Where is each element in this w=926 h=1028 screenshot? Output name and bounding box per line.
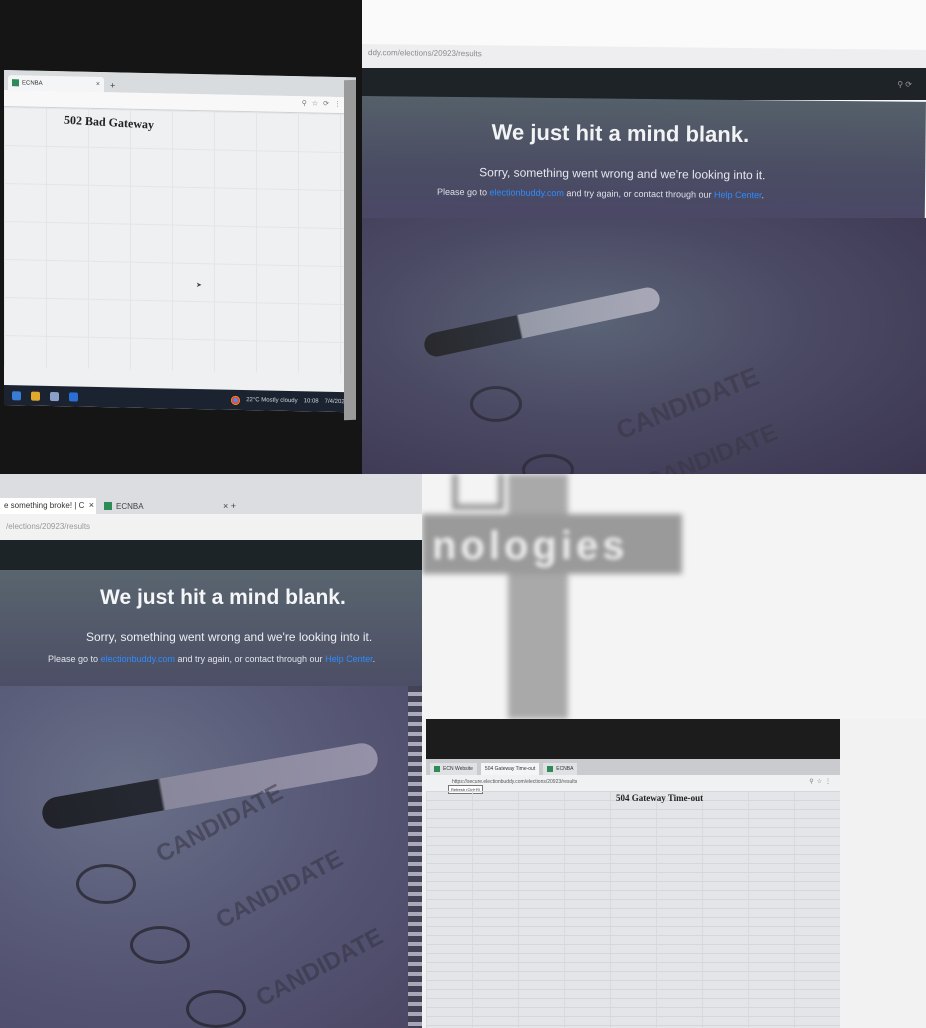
site-header bbox=[0, 540, 422, 572]
logo-text: nologies bbox=[432, 524, 629, 568]
ballot-hero-image: CANDIDATE CANDIDATE bbox=[362, 218, 926, 474]
ballot-oval bbox=[470, 386, 522, 422]
instructions-suffix: . bbox=[372, 654, 376, 664]
instructions-suffix: . bbox=[761, 190, 765, 201]
ballot-hero-image: CANDIDATE CANDIDATE CANDIDATE bbox=[0, 686, 422, 1028]
store-icon[interactable] bbox=[69, 391, 78, 402]
site-favicon-icon bbox=[12, 79, 19, 87]
photo-502-bad-gateway: ECNBA × + ⚲☆⟳⋮ 502 Bad Gateway ➤ 22°C Mo… bbox=[0, 0, 362, 474]
close-tab-icon[interactable]: × bbox=[89, 500, 94, 510]
tab-bar: e something broke! | C × ECNBA × + bbox=[0, 474, 422, 514]
logo-bar bbox=[508, 474, 568, 719]
error-heading: 502 Bad Gateway bbox=[63, 112, 155, 132]
system-tray: 22°C Mostly cloudy 10:08 7/4/2023 bbox=[231, 395, 348, 406]
clock-time[interactable]: 10:08 bbox=[304, 398, 319, 404]
monitor-bezel bbox=[344, 79, 356, 421]
browser-window: ECNBA × + ⚲☆⟳⋮ 502 Bad Gateway ➤ 22°C Mo… bbox=[4, 70, 356, 413]
electionbuddy-link[interactable]: electionbuddy.com bbox=[490, 187, 564, 198]
tab-label: 504 Gateway Time-out bbox=[484, 766, 536, 772]
ballot-word: CANDIDATE bbox=[211, 844, 348, 935]
windows-taskbar: 22°C Mostly cloudy 10:08 7/4/2023 bbox=[4, 385, 356, 413]
instructions-middle: and try again, or contact through our bbox=[566, 188, 712, 200]
site-favicon-icon bbox=[434, 766, 440, 772]
tab-label: ECNBA bbox=[556, 766, 574, 772]
ballot-oval bbox=[522, 454, 574, 474]
browser-window: ECN Website 504 Gateway Time-out ECNBA h… bbox=[426, 759, 840, 1028]
site-favicon-icon bbox=[104, 502, 112, 510]
close-tab-icon[interactable]: × + bbox=[223, 501, 236, 511]
mouse-cursor-icon: ➤ bbox=[196, 282, 202, 290]
toolbar-icons[interactable]: ⚲ ⟳ bbox=[897, 80, 912, 89]
address-bar[interactable]: /elections/20923/results bbox=[0, 514, 422, 540]
file-explorer-icon[interactable] bbox=[31, 391, 40, 401]
address-bar[interactable]: https://secure.electionbuddy.com/electio… bbox=[426, 775, 840, 791]
new-tab-button[interactable]: + bbox=[110, 80, 115, 90]
screen-moire bbox=[408, 686, 422, 1028]
close-tab-icon[interactable]: × bbox=[96, 81, 100, 88]
chrome-icon[interactable] bbox=[231, 395, 241, 405]
weather[interactable]: 22°C Mostly cloudy bbox=[246, 397, 297, 404]
help-center-link[interactable]: Help Center bbox=[714, 190, 762, 200]
error-heading: 504 Gateway Time-out bbox=[616, 793, 704, 803]
tab-504[interactable]: 504 Gateway Time-out bbox=[480, 763, 540, 775]
tab-label: ECNBA bbox=[116, 501, 144, 511]
tab-label: ECNBA bbox=[22, 79, 43, 87]
tab-error-page[interactable]: e something broke! | C × bbox=[0, 498, 96, 514]
tab-label: ECN Website bbox=[443, 766, 473, 772]
error-heading: We just hit a mind blank. bbox=[100, 586, 346, 609]
background-logo: nologies bbox=[422, 474, 926, 719]
start-icon[interactable] bbox=[12, 390, 21, 400]
tab-ecn-website[interactable]: ECN Website bbox=[430, 763, 477, 775]
instructions-prefix: Please go to bbox=[48, 654, 99, 664]
photo-mind-blank-closeup: ddy.com/elections/20923/results ⚲ ⟳ We j… bbox=[362, 0, 926, 474]
site-favicon-icon bbox=[547, 766, 554, 772]
tab-label: e something broke! | C bbox=[4, 501, 85, 510]
help-center-link[interactable]: Help Center bbox=[325, 654, 373, 664]
toolbar-icons[interactable]: ⚲☆⟳⋮ bbox=[302, 99, 346, 108]
photo-mind-blank-browser: e something broke! | C × ECNBA × + /elec… bbox=[0, 474, 422, 1028]
instructions-prefix: Please go to bbox=[436, 186, 488, 198]
ballot-oval bbox=[76, 864, 136, 904]
page-content: 502 Bad Gateway ➤ bbox=[4, 107, 356, 375]
tab-ecnba[interactable]: ECNBA × + bbox=[100, 498, 240, 514]
instructions-middle: and try again, or contact through our bbox=[177, 654, 323, 664]
ballot-word: CANDIDATE bbox=[251, 922, 388, 1013]
error-message: Sorry, something went wrong and we're lo… bbox=[479, 165, 766, 183]
photo-504-gateway-timeout: ECN Website 504 Gateway Time-out ECNBA h… bbox=[426, 719, 840, 1028]
error-instructions: Please go to electionbuddy.com and try a… bbox=[48, 654, 375, 664]
electionbuddy-link[interactable]: electionbuddy.com bbox=[101, 654, 175, 664]
error-message: Sorry, something went wrong and we're lo… bbox=[86, 630, 373, 644]
error-heading: We just hit a mind blank. bbox=[491, 119, 750, 148]
error-banner: We just hit a mind blank. Sorry, somethi… bbox=[0, 570, 422, 686]
error-instructions: Please go to electionbuddy.com and try a… bbox=[437, 187, 764, 200]
ballot-oval bbox=[130, 926, 190, 964]
logo-shape bbox=[452, 474, 504, 510]
site-header bbox=[362, 68, 926, 100]
toolbar-icons[interactable]: ⚲☆⋮ bbox=[809, 778, 834, 785]
page-content: 504 Gateway Time-out bbox=[426, 791, 840, 1028]
pen-image bbox=[422, 285, 662, 359]
app-icon[interactable] bbox=[50, 391, 59, 401]
ballot-oval bbox=[186, 990, 246, 1028]
tab-bar: ECN Website 504 Gateway Time-out ECNBA bbox=[426, 759, 840, 775]
tab-ecnba[interactable]: ECNBA bbox=[543, 763, 578, 775]
error-banner: We just hit a mind blank. Sorry, somethi… bbox=[362, 96, 926, 226]
